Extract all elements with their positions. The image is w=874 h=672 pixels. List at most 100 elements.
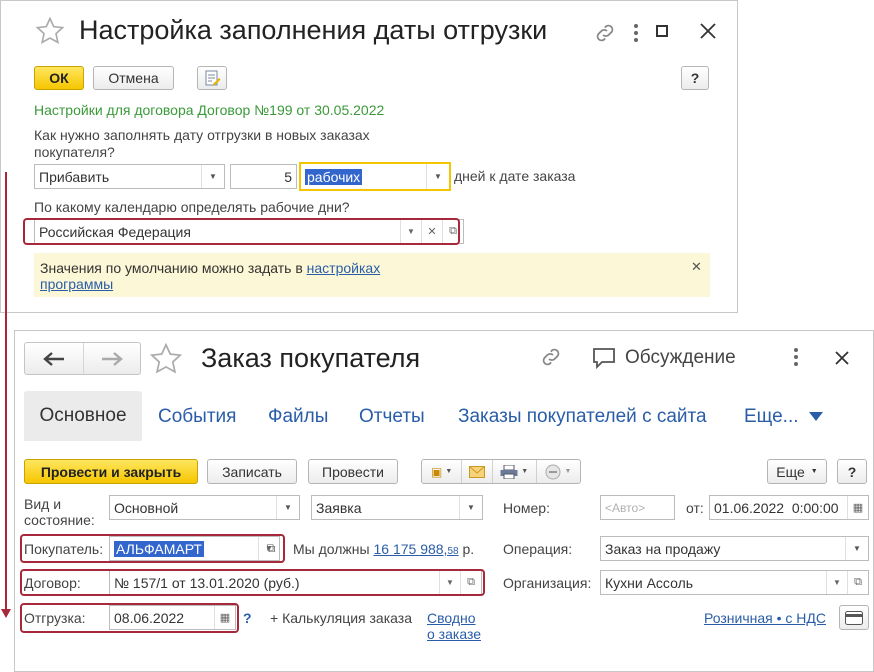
tab-main[interactable]: Основное: [24, 391, 142, 441]
operation-select[interactable]: Заказ на продажу ▼: [600, 536, 869, 561]
help-button[interactable]: ?: [681, 66, 709, 90]
order-window-title: Заказ покупателя: [201, 343, 421, 373]
link-icon[interactable]: [539, 345, 563, 369]
operation-value: Заказ на продажу: [605, 540, 721, 557]
save-button[interactable]: Записать: [207, 459, 297, 484]
state-value: Заявка: [316, 499, 362, 516]
calculation-button[interactable]: + Калькуляция заказа: [270, 610, 412, 626]
chevron-down-icon[interactable]: ▼: [201, 165, 224, 188]
debt-value: 16 175 988,: [373, 541, 448, 557]
kind-state-label: Вид и состояние:: [24, 496, 95, 528]
close-icon[interactable]: [833, 349, 851, 367]
calendar-icon[interactable]: ▦: [847, 496, 868, 519]
days-suffix: дней к дате заказа: [454, 168, 576, 184]
debt-amount-link[interactable]: 16 175 988,58: [373, 541, 458, 557]
tab-more[interactable]: Еще...: [744, 406, 823, 428]
more-actions-button[interactable]: Еще ▼: [767, 459, 827, 484]
link-icon[interactable]: [593, 21, 617, 45]
debt-cents: 58: [447, 546, 459, 557]
tab-web-orders[interactable]: Заказы покупателей с сайта: [458, 406, 707, 428]
chevron-down-icon: ▼: [810, 468, 818, 475]
open-icon[interactable]: ⧉: [847, 571, 868, 594]
tab-main-label: Основное: [39, 405, 127, 426]
more-actions-label: Еще: [776, 463, 805, 480]
back-arrow-icon[interactable]: [25, 343, 84, 374]
connector-arrow-icon: [0, 606, 12, 618]
print-icon[interactable]: ▼: [493, 460, 537, 483]
help-button[interactable]: ?: [837, 459, 867, 484]
hint-message: Значения по умолчанию можно задать в: [40, 260, 307, 276]
order-window: Заказ покупателя Обсуждение Основное Соб…: [14, 330, 874, 672]
chat-icon: [593, 348, 615, 370]
chevron-down-icon[interactable]: ▼: [276, 496, 299, 519]
maximize-icon[interactable]: [656, 25, 668, 37]
edit-settings-button[interactable]: [197, 66, 227, 90]
settings-window: Настройка заполнения даты отгрузки ОК От…: [0, 0, 738, 313]
close-icon[interactable]: [699, 22, 717, 40]
forward-arrow-icon[interactable]: [83, 343, 141, 374]
kind-select[interactable]: Основной ▼: [109, 495, 300, 520]
post-button[interactable]: Провести: [308, 459, 398, 484]
nav-buttons: [24, 342, 141, 375]
more-menu-icon[interactable]: [791, 345, 801, 369]
chevron-down-icon: [808, 412, 823, 421]
date-input[interactable]: 01.06.2022 0:00:00 ▦: [709, 495, 869, 520]
ok-button[interactable]: ОК: [34, 66, 84, 90]
hint-close-icon[interactable]: ✕: [691, 259, 702, 275]
shipment-highlight: [20, 603, 239, 633]
edit-document-icon: [205, 70, 221, 86]
from-label: от:: [686, 500, 704, 516]
favorite-star-icon[interactable]: [149, 342, 183, 376]
email-icon[interactable]: [462, 460, 493, 483]
number-input[interactable]: <Авто>: [600, 495, 675, 520]
chevron-down-icon[interactable]: ▼: [826, 571, 847, 594]
calendar-question-label: По какому календарю определять рабочие д…: [34, 199, 350, 215]
tab-files[interactable]: Файлы: [268, 406, 328, 428]
debt-label: Мы должны: [293, 541, 370, 557]
state-select[interactable]: Заявка ▼: [311, 495, 483, 520]
date-value: 01.06.2022 0:00:00: [714, 499, 839, 516]
organization-select[interactable]: Кухни Ассоль ▼ ⧉: [600, 570, 869, 595]
days-type-select[interactable]: рабочих ▼: [299, 162, 451, 191]
tab-events[interactable]: События: [158, 406, 236, 428]
card-icon: [845, 610, 863, 625]
settings-window-title: Настройка заполнения даты отгрузки: [79, 15, 548, 45]
debt-currency: р.: [462, 541, 475, 557]
payment-card-button[interactable]: [839, 605, 869, 630]
kind-value: Основной: [114, 499, 179, 516]
mode-select[interactable]: Прибавить ▼: [34, 164, 225, 189]
number-placeholder: <Авто>: [605, 500, 646, 515]
calendar-highlight: [23, 218, 460, 245]
hint-text: Значения по умолчанию можно задать в нас…: [40, 260, 440, 292]
discussion-button[interactable]: Обсуждение: [591, 345, 736, 371]
create-based-on-icon[interactable]: ▣ ▼: [422, 460, 463, 483]
days-type-value: рабочих: [305, 168, 363, 185]
summary-link[interactable]: Сводно о заказе: [427, 610, 487, 642]
contract-info: Настройки для договора Договор №199 от 3…: [34, 102, 385, 118]
buyer-highlight: [20, 534, 285, 563]
post-and-close-button[interactable]: Провести и закрыть: [24, 459, 198, 484]
more-menu-icon[interactable]: [631, 21, 641, 45]
status-icon[interactable]: ▼: [537, 460, 580, 483]
contract-highlight: [20, 569, 485, 596]
toolbar-icon-group: ▣ ▼ ▼ ▼: [421, 459, 581, 484]
connector-line: [5, 172, 7, 612]
chevron-down-icon[interactable]: ▼: [459, 496, 482, 519]
favorite-star-icon[interactable]: [35, 16, 65, 46]
debt-info: Мы должны 16 175 988,58 р.: [293, 541, 474, 557]
shipment-help-link[interactable]: ?: [243, 610, 252, 626]
chevron-down-icon[interactable]: ▼: [845, 537, 868, 560]
tab-more-label: Еще...: [744, 406, 799, 427]
operation-label: Операция:: [503, 541, 573, 557]
tab-reports[interactable]: Отчеты: [359, 406, 425, 428]
discussion-label: Обсуждение: [625, 347, 736, 368]
fill-question-label: Как нужно заполнять дату отгрузки в новы…: [34, 127, 370, 160]
chevron-down-icon[interactable]: ▼: [426, 164, 449, 189]
organization-label: Организация:: [503, 575, 592, 591]
days-input[interactable]: 5: [230, 164, 297, 189]
retail-vat-link[interactable]: Розничная • с НДС: [704, 610, 826, 626]
mode-value: Прибавить: [39, 168, 110, 185]
cancel-button[interactable]: Отмена: [93, 66, 174, 90]
hint-panel: Значения по умолчанию можно задать в нас…: [34, 253, 710, 297]
days-value: 5: [284, 168, 292, 185]
